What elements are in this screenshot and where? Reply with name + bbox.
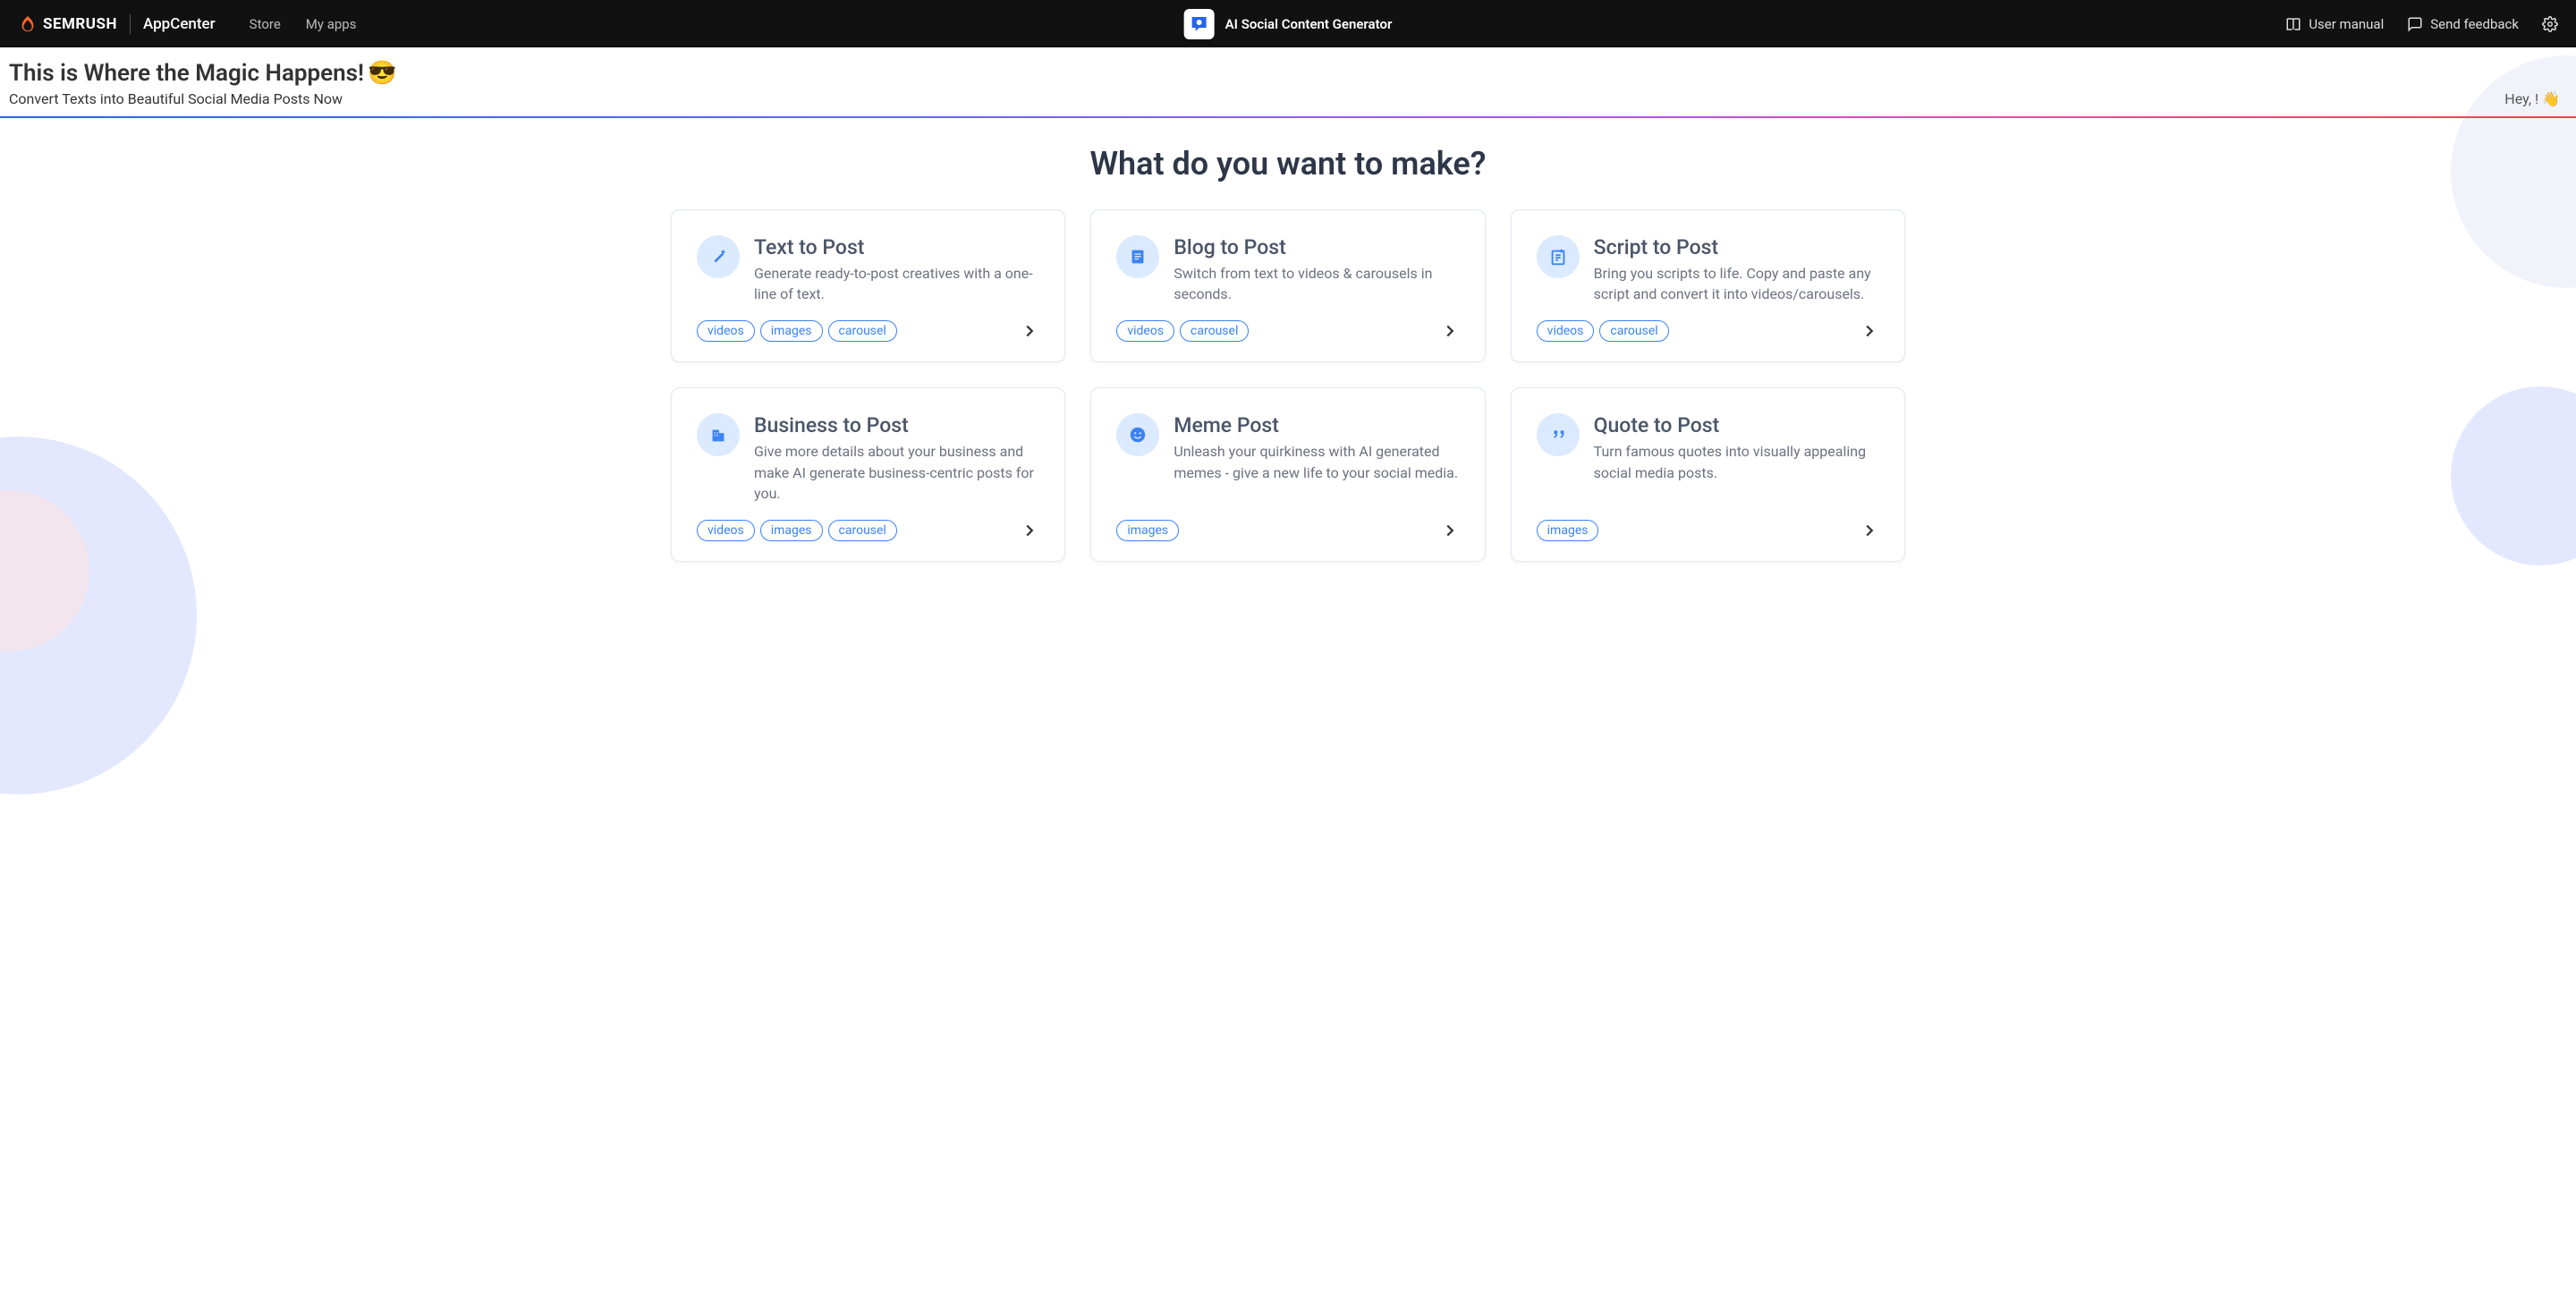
greeting-text: Hey, ! <box>2504 90 2538 107</box>
building-icon <box>697 413 740 456</box>
tag: videos <box>697 520 755 541</box>
card-tags: videos carousel <box>1537 320 1669 342</box>
semrush-brand-text: SEMRUSH <box>43 15 117 33</box>
card-script-to-post[interactable]: Script to Post Bring you scripts to life… <box>1511 209 1905 362</box>
chevron-right-icon <box>1020 521 1039 540</box>
top-header: SEMRUSH AppCenter Store My apps AI Socia… <box>0 0 2576 47</box>
card-desc: Turn famous quotes into visually appeali… <box>1594 441 1879 482</box>
card-title: Script to Post <box>1594 235 1879 259</box>
magic-wand-icon <box>697 235 740 278</box>
hero-subtitle: Convert Texts into Beautiful Social Medi… <box>9 90 396 107</box>
card-tags: videos images carousel <box>697 520 897 541</box>
document-icon <box>1116 235 1159 278</box>
card-meme-post[interactable]: Meme Post Unleash your quirkiness with A… <box>1090 387 1485 562</box>
card-tags: images <box>1116 520 1179 541</box>
card-tags: images <box>1537 520 1599 541</box>
hero-title: This is Where the Magic Happens! 😎 <box>9 60 396 87</box>
card-desc: Switch from text to videos & carousels i… <box>1174 263 1459 304</box>
smile-icon <box>1116 413 1159 456</box>
tag: images <box>760 320 823 342</box>
tag: videos <box>1116 320 1174 342</box>
header-right: User manual Send feedback <box>2285 16 2558 32</box>
nav-links: Store My apps <box>250 16 357 32</box>
bg-decoration <box>2451 386 2576 565</box>
chevron-right-icon <box>1860 321 1879 341</box>
vertical-divider <box>130 14 131 34</box>
tag: videos <box>697 320 755 342</box>
chat-icon <box>2407 16 2423 32</box>
card-title: Business to Post <box>754 413 1039 437</box>
send-feedback-label: Send feedback <box>2430 16 2519 32</box>
chevron-right-icon <box>1860 521 1879 540</box>
gear-icon <box>2542 16 2558 32</box>
semrush-logo[interactable]: SEMRUSH <box>18 14 117 34</box>
tag: images <box>1116 520 1179 541</box>
nav-store[interactable]: Store <box>250 16 281 32</box>
chevron-right-icon <box>1020 321 1039 341</box>
card-quote-to-post[interactable]: Quote to Post Turn famous quotes into vi… <box>1511 387 1905 562</box>
wave-emoji-icon: 👋 <box>2542 90 2560 107</box>
tag: carousel <box>828 320 897 342</box>
tag: carousel <box>828 520 897 541</box>
tag: carousel <box>1180 320 1249 342</box>
card-title: Blog to Post <box>1174 235 1459 259</box>
card-desc: Generate ready-to-post creatives with a … <box>754 263 1039 304</box>
current-app: AI Social Content Generator <box>1184 9 1393 39</box>
card-desc: Give more details about your business an… <box>754 441 1039 504</box>
user-manual-link[interactable]: User manual <box>2285 16 2384 32</box>
tag: images <box>1537 520 1599 541</box>
hero-left: This is Where the Magic Happens! 😎 Conve… <box>9 60 396 107</box>
nav-my-apps[interactable]: My apps <box>306 16 357 32</box>
user-manual-label: User manual <box>2309 16 2384 32</box>
card-title: Text to Post <box>754 235 1039 259</box>
card-business-to-post[interactable]: Business to Post Give more details about… <box>671 387 1065 562</box>
logo-group: SEMRUSH AppCenter <box>18 14 216 34</box>
app-icon <box>1184 9 1215 39</box>
app-name: AI Social Content Generator <box>1225 16 1393 32</box>
card-tags: videos carousel <box>1116 320 1249 342</box>
cards-grid: Text to Post Generate ready-to-post crea… <box>671 209 1905 562</box>
chevron-right-icon <box>1440 321 1460 341</box>
chevron-right-icon <box>1440 521 1460 540</box>
send-feedback-link[interactable]: Send feedback <box>2407 16 2519 32</box>
quote-icon <box>1537 413 1580 456</box>
hero-section: This is Where the Magic Happens! 😎 Conve… <box>0 47 2576 116</box>
sunglasses-emoji-icon: 😎 <box>368 60 396 87</box>
book-icon <box>2285 16 2301 32</box>
tag: videos <box>1537 320 1595 342</box>
card-text-to-post[interactable]: Text to Post Generate ready-to-post crea… <box>671 209 1065 362</box>
settings-button[interactable] <box>2542 16 2558 32</box>
card-tags: videos images carousel <box>697 320 897 342</box>
script-icon <box>1537 235 1580 278</box>
greeting: Hey, ! 👋 <box>2504 90 2567 107</box>
card-title: Quote to Post <box>1594 413 1879 437</box>
hero-title-text: This is Where the Magic Happens! <box>9 60 364 87</box>
card-title: Meme Post <box>1174 413 1459 437</box>
card-desc: Bring you scripts to life. Copy and past… <box>1594 263 1879 304</box>
main-heading: What do you want to make? <box>72 145 2504 183</box>
card-desc: Unleash your quirkiness with AI generate… <box>1174 441 1459 482</box>
semrush-flame-icon <box>18 14 38 34</box>
tag: carousel <box>1599 320 1668 342</box>
main-content: What do you want to make? Text to Post G… <box>0 118 2576 616</box>
appcenter-label[interactable]: AppCenter <box>143 15 216 33</box>
tag: images <box>760 520 823 541</box>
card-blog-to-post[interactable]: Blog to Post Switch from text to videos … <box>1090 209 1485 362</box>
